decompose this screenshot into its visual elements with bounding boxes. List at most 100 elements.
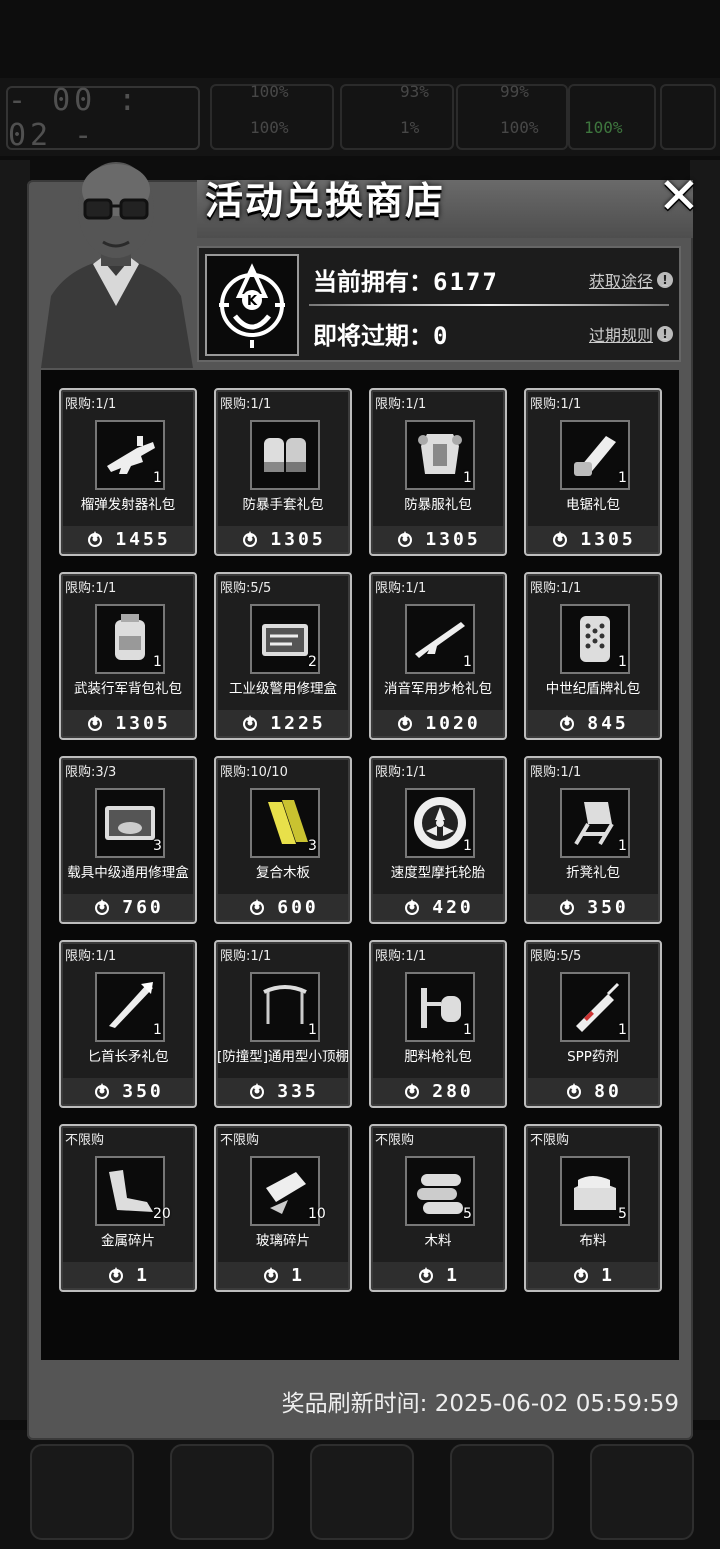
item-price: 350 — [122, 1080, 164, 1102]
shop-item-card[interactable]: 不限购 10 玻璃碎片 1 — [214, 1124, 352, 1292]
shop-item-card[interactable]: 限购:1/1 1 武装行军背包礼包 1305 — [59, 572, 197, 740]
shop-item-card[interactable]: 不限购 5 木料 1 — [369, 1124, 507, 1292]
expiring-soon: 即将过期：0 — [313, 316, 449, 351]
item-quantity: 20 — [153, 1206, 171, 1222]
shop-item-card[interactable]: 限购:1/1 1 匕首长矛礼包 350 — [59, 940, 197, 1108]
item-quantity: 1 — [618, 654, 627, 670]
expire-rule-link[interactable]: 过期规则! — [589, 322, 673, 346]
item-quantity: 1 — [618, 838, 627, 854]
item-price: 1 — [601, 1264, 615, 1286]
item-name: 肥料枪礼包 — [404, 1049, 472, 1065]
item-price: 350 — [587, 896, 629, 918]
hud-stat: 1% — [400, 118, 420, 137]
info-icon: ! — [657, 326, 673, 342]
shop-item-card[interactable]: 限购:1/1 1 榴弹发射器礼包 1455 — [59, 388, 197, 556]
nav-backpack-button[interactable] — [30, 1444, 134, 1540]
item-quantity: 5 — [463, 1206, 472, 1222]
hud-menu-button[interactable] — [660, 84, 716, 150]
nav-menu-button[interactable] — [590, 1444, 694, 1540]
purchase-limit: 限购:5/5 — [530, 949, 582, 964]
token-icon — [398, 531, 413, 547]
hud-stat: 100% — [500, 118, 539, 137]
token-icon — [243, 531, 258, 547]
shop-item-card[interactable]: 限购:1/1 1 [防撞型]通用型小顶棚 335 — [214, 940, 352, 1108]
nav-skills-button[interactable] — [170, 1444, 274, 1540]
purchase-limit: 限购:1/1 — [530, 397, 582, 412]
token-icon — [250, 1083, 265, 1099]
obtain-method-label: 获取途径 — [588, 272, 653, 291]
shop-item-card[interactable]: 限购:1/1 1 中世纪盾牌礼包 845 — [524, 572, 662, 740]
shop-item-card[interactable]: 限购:1/1 1 消音军用步枪礼包 1020 — [369, 572, 507, 740]
price-bar: 1 — [218, 1262, 348, 1288]
item-quantity: 1 — [463, 838, 472, 854]
shop-item-card[interactable]: 限购:3/3 3 载具中级通用修理盒 760 — [59, 756, 197, 924]
token-icon — [560, 715, 575, 731]
shop-item-card[interactable]: 限购:5/5 1 SPP药剂 80 — [524, 940, 662, 1108]
price-bar: 280 — [373, 1078, 503, 1104]
riot-gloves-icon — [264, 438, 306, 472]
purchase-limit: 限购:1/1 — [65, 949, 117, 964]
divider — [309, 304, 669, 306]
shop-item-card[interactable]: 限购:1/1 1 折凳礼包 350 — [524, 756, 662, 924]
item-name: 消音军用步枪礼包 — [384, 681, 492, 697]
price-bar: 80 — [528, 1078, 658, 1104]
item-price: 845 — [587, 712, 629, 734]
item-price: 1020 — [425, 712, 481, 734]
purchase-limit: 限购:1/1 — [530, 581, 582, 596]
price-bar: 1305 — [63, 710, 193, 736]
price-bar: 600 — [218, 894, 348, 920]
price-bar: 1455 — [63, 526, 193, 552]
shop-item-card[interactable]: 限购:5/5 2 工业级警用修理盒 1225 — [214, 572, 352, 740]
background-hud: - 00 : 02 - 100% 100% 93% 1% 99% 100% 10… — [0, 78, 720, 156]
svg-text:K: K — [247, 294, 258, 309]
item-quantity: 10 — [308, 1206, 326, 1222]
info-icon: ! — [657, 272, 673, 288]
item-name: 武装行军背包礼包 — [74, 681, 182, 697]
purchase-limit: 不限购 — [220, 1133, 260, 1148]
item-name: 防暴服礼包 — [404, 497, 472, 513]
item-quantity: 3 — [153, 838, 162, 854]
item-name: 匕首长矛礼包 — [87, 1049, 169, 1065]
price-bar: 1305 — [528, 526, 658, 552]
token-icon — [95, 899, 110, 915]
shop-item-card[interactable]: 限购:1/1 1 电锯礼包 1305 — [524, 388, 662, 556]
price-bar: 350 — [63, 1078, 193, 1104]
item-name: 金属碎片 — [101, 1233, 155, 1249]
hud-stat: 100% — [584, 118, 623, 137]
token-icon — [398, 715, 413, 731]
token-icon — [88, 531, 103, 547]
close-button[interactable]: ✕ — [651, 168, 707, 224]
shop-item-card[interactable]: 限购:1/1 1 肥料枪礼包 280 — [369, 940, 507, 1108]
price-bar: 845 — [528, 710, 658, 736]
item-name: 防暴手套礼包 — [242, 497, 324, 513]
purchase-limit: 不限购 — [530, 1133, 570, 1148]
purchase-limit: 限购:1/1 — [375, 765, 427, 780]
item-price: 335 — [277, 1080, 319, 1102]
purchase-limit: 不限购 — [65, 1133, 105, 1148]
refresh-time: 奖品刷新时间: 2025-06-02 05:59:59 — [282, 1384, 679, 1418]
price-bar: 1305 — [218, 526, 348, 552]
dialog-title: 活动兑换商店 — [205, 179, 446, 223]
item-price: 1455 — [115, 528, 171, 550]
shop-item-card[interactable]: 不限购 20 金属碎片 1 — [59, 1124, 197, 1292]
exchange-shop-dialog: 活动兑换商店 ✕ K 当前拥有：6177 即将过期：0 获取途径 ! 过期规则 … — [27, 162, 700, 1440]
hud-timer: - 00 : 02 - — [6, 83, 200, 153]
shop-item-card[interactable]: 限购:1/1 1 防暴服礼包 1305 — [369, 388, 507, 556]
obtain-method-link[interactable]: 获取途径! — [589, 268, 673, 292]
shop-item-card[interactable]: 限购:1/1 1 速度型摩托轮胎 420 — [369, 756, 507, 924]
item-quantity: 2 — [308, 654, 317, 670]
nav-shop-button[interactable] — [450, 1444, 554, 1540]
shop-item-card[interactable]: 不限购 5 布料 1 — [524, 1124, 662, 1292]
shop-item-card[interactable]: 限购:1/1 防暴手套礼包 1305 — [214, 388, 352, 556]
purchase-limit: 限购:1/1 — [375, 949, 427, 964]
background-panel — [0, 160, 30, 1420]
currency-info-panel: K 当前拥有：6177 即将过期：0 获取途径! 过期规则! — [197, 246, 681, 362]
purchase-limit: 限购:10/10 — [220, 765, 288, 780]
item-name: 载具中级通用修理盒 — [67, 865, 189, 881]
item-price: 1 — [291, 1264, 305, 1286]
nav-tasks-button[interactable] — [310, 1444, 414, 1540]
token-icon — [88, 715, 103, 731]
shop-item-card[interactable]: 限购:10/10 3 复合木板 600 — [214, 756, 352, 924]
item-name: 玻璃碎片 — [256, 1233, 310, 1249]
item-name: 木料 — [424, 1233, 452, 1249]
